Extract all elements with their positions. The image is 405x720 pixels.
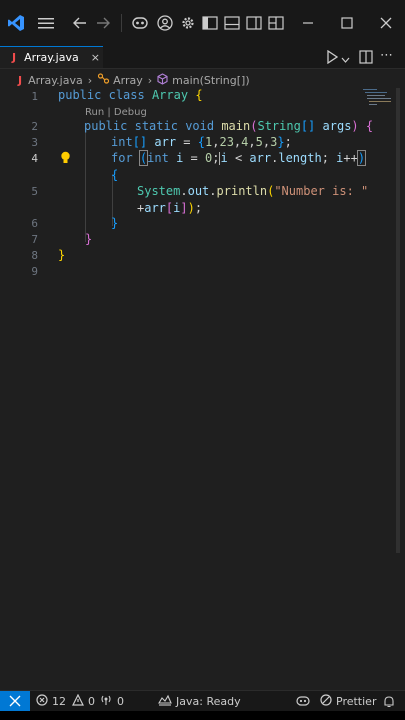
tab-label: Array.java xyxy=(24,51,79,64)
code-line: { xyxy=(111,168,119,182)
line-number-active: 4 xyxy=(31,152,38,165)
code-line-wrapped: +arr[i]); xyxy=(137,201,203,215)
back-arrow-icon[interactable] xyxy=(70,12,90,34)
breadcrumb-file-label: Array.java xyxy=(28,73,83,87)
toggle-sidebar-icon[interactable] xyxy=(200,12,220,34)
java-ready-icon xyxy=(158,694,172,709)
code-editor[interactable]: 1 2 3 4 5 6 7 8 9 public class Array { R… xyxy=(0,88,400,688)
vertical-scrollbar[interactable] xyxy=(396,88,400,553)
code-line: } xyxy=(85,232,93,246)
chevron-down-icon[interactable] xyxy=(341,52,350,66)
line-number: 3 xyxy=(31,136,38,149)
divider xyxy=(121,14,122,32)
breadcrumb-class-label: Array xyxy=(113,73,143,87)
java-file-icon: J xyxy=(18,73,23,87)
breadcrumb-separator: › xyxy=(87,73,93,87)
code-line: } xyxy=(111,216,119,230)
breadcrumb-class[interactable]: Array xyxy=(97,73,143,87)
code-line: } xyxy=(58,248,66,262)
prettier-status[interactable]: Prettier xyxy=(320,691,376,711)
line-number: 1 xyxy=(31,90,38,103)
ports-indicator[interactable]: 0 xyxy=(99,691,124,711)
remote-indicator-icon[interactable] xyxy=(0,691,30,711)
account-icon[interactable] xyxy=(155,12,175,34)
minimap[interactable] xyxy=(363,88,395,110)
warning-icon xyxy=(72,693,84,709)
maximize-icon[interactable] xyxy=(337,12,357,34)
code-line: System.out.println("Number is: " xyxy=(137,184,369,198)
toggle-panel-icon[interactable] xyxy=(222,12,242,34)
toggle-secondary-sidebar-icon[interactable] xyxy=(244,12,264,34)
breadcrumb-file[interactable]: J Array.java xyxy=(18,74,83,87)
lightbulb-icon[interactable] xyxy=(60,151,71,168)
line-number: 7 xyxy=(31,233,38,246)
codelens-run-debug[interactable]: Run | Debug xyxy=(85,107,147,118)
code-line: int[] arr = {1,23,4,5,3}; xyxy=(111,135,292,149)
java-status-label: Java: Ready xyxy=(176,694,241,708)
code-line: public class Array { xyxy=(58,88,203,102)
more-actions-icon[interactable]: ⋯ xyxy=(380,48,393,63)
customize-layout-icon[interactable] xyxy=(266,12,286,34)
method-symbol-icon xyxy=(157,72,168,88)
copilot-status[interactable] xyxy=(296,691,310,711)
java-file-icon: J xyxy=(12,51,17,64)
prettier-label: Prettier xyxy=(336,694,377,708)
breadcrumb-method[interactable]: main(String[]) xyxy=(157,72,250,88)
title-bar xyxy=(0,0,405,46)
broadcast-icon xyxy=(99,694,113,709)
status-bar: 12 0 0 Java: Ready Prettier xyxy=(0,690,405,711)
gear-icon[interactable] xyxy=(178,12,198,34)
menu-icon[interactable] xyxy=(36,12,56,34)
close-tab-icon[interactable]: × xyxy=(91,51,100,64)
line-number: 6 xyxy=(31,217,38,230)
split-editor-icon[interactable] xyxy=(359,50,373,67)
class-symbol-icon xyxy=(97,73,110,87)
breadcrumb-separator: › xyxy=(147,73,153,87)
line-number: 8 xyxy=(31,249,38,262)
line-number: 9 xyxy=(31,265,38,278)
error-count: 12 xyxy=(52,694,66,708)
vscode-logo-icon[interactable] xyxy=(6,12,26,34)
editor-tab-bar: J Array.java × ⋯ xyxy=(0,46,405,69)
code-line: public static void main(String[] args) { xyxy=(84,119,374,133)
error-icon xyxy=(36,693,48,709)
copilot-icon[interactable] xyxy=(130,12,150,34)
close-window-icon[interactable] xyxy=(376,12,396,34)
tab-array-java[interactable]: J Array.java × xyxy=(0,46,103,68)
line-number: 5 xyxy=(31,185,38,198)
prettier-check-icon xyxy=(320,693,332,709)
run-java-icon[interactable] xyxy=(326,49,339,67)
problems-indicator[interactable]: 12 0 xyxy=(36,691,95,711)
bottom-strip xyxy=(0,711,405,720)
forward-arrow-icon[interactable] xyxy=(93,12,113,34)
breadcrumb: J Array.java › Array › main(String[]) xyxy=(0,70,405,90)
ports-count: 0 xyxy=(117,694,124,708)
indent-guide xyxy=(85,124,86,242)
java-status[interactable]: Java: Ready xyxy=(158,691,241,711)
minimize-icon[interactable] xyxy=(298,12,318,34)
notifications-bell-icon[interactable] xyxy=(383,691,395,711)
breadcrumb-method-label: main(String[]) xyxy=(172,73,250,87)
line-number: 2 xyxy=(31,120,38,133)
code-line-active: for (int i = 0;i < arr.length; i++) xyxy=(111,150,367,166)
warning-count: 0 xyxy=(88,694,95,708)
